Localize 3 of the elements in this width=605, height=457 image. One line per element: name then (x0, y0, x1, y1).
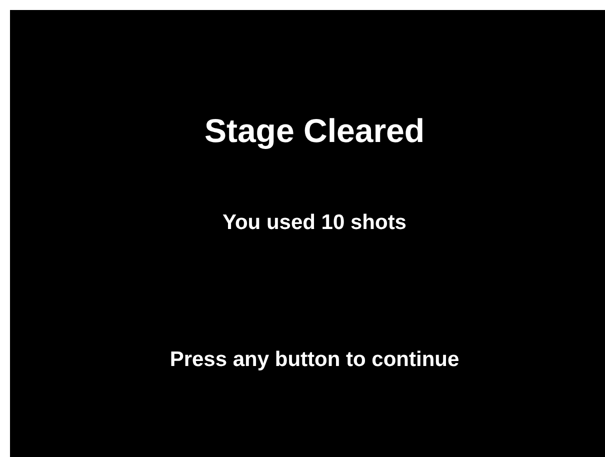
continue-prompt: Press any button to continue (170, 347, 460, 373)
stage-title: Stage Cleared (204, 111, 425, 151)
shots-message: You used 10 shots (222, 210, 406, 236)
